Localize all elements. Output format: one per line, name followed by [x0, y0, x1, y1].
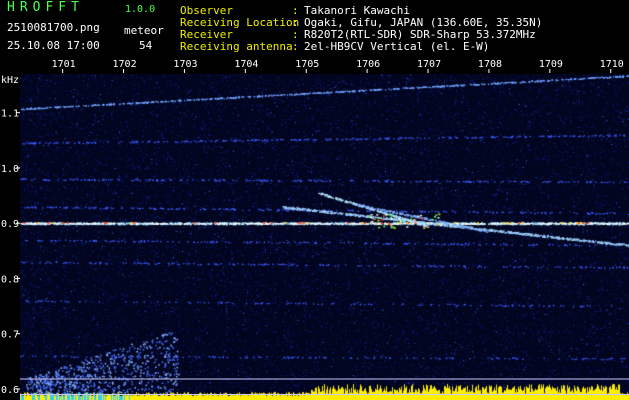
y-tick-label: 1.0 — [1, 164, 19, 175]
x-tick-label: 1705 — [295, 59, 319, 70]
x-tick-label: 1704 — [234, 59, 258, 70]
x-tick-label: 1703 — [173, 59, 197, 70]
hrofft-window: HROFFT 1.0.0 2510081700.png meteor 25.10… — [0, 0, 629, 400]
x-tick-label: 1701 — [52, 59, 76, 70]
y-tick-label: 0.8 — [1, 274, 19, 285]
y-tick-label: 0.9 — [1, 219, 19, 230]
x-tick-label: 1708 — [478, 59, 502, 70]
x-tick-label: 1706 — [356, 59, 380, 70]
y-tick-label: 0.7 — [1, 330, 19, 341]
x-tick-label: 1702 — [113, 59, 137, 70]
x-tick-label: 1707 — [417, 59, 441, 70]
y-tick-label: 1.1 — [1, 109, 19, 120]
y-tick-label: 0.6 — [1, 385, 19, 396]
y-axis-unit-label: kHz — [1, 75, 19, 86]
x-tick-label: 1710 — [600, 59, 624, 70]
spectrogram-axes: kHz 1701 1702 1703 1704 1705 1706 1707 1708 1709 1… — [1, 59, 629, 396]
x-tick-label: 1709 — [539, 59, 563, 70]
